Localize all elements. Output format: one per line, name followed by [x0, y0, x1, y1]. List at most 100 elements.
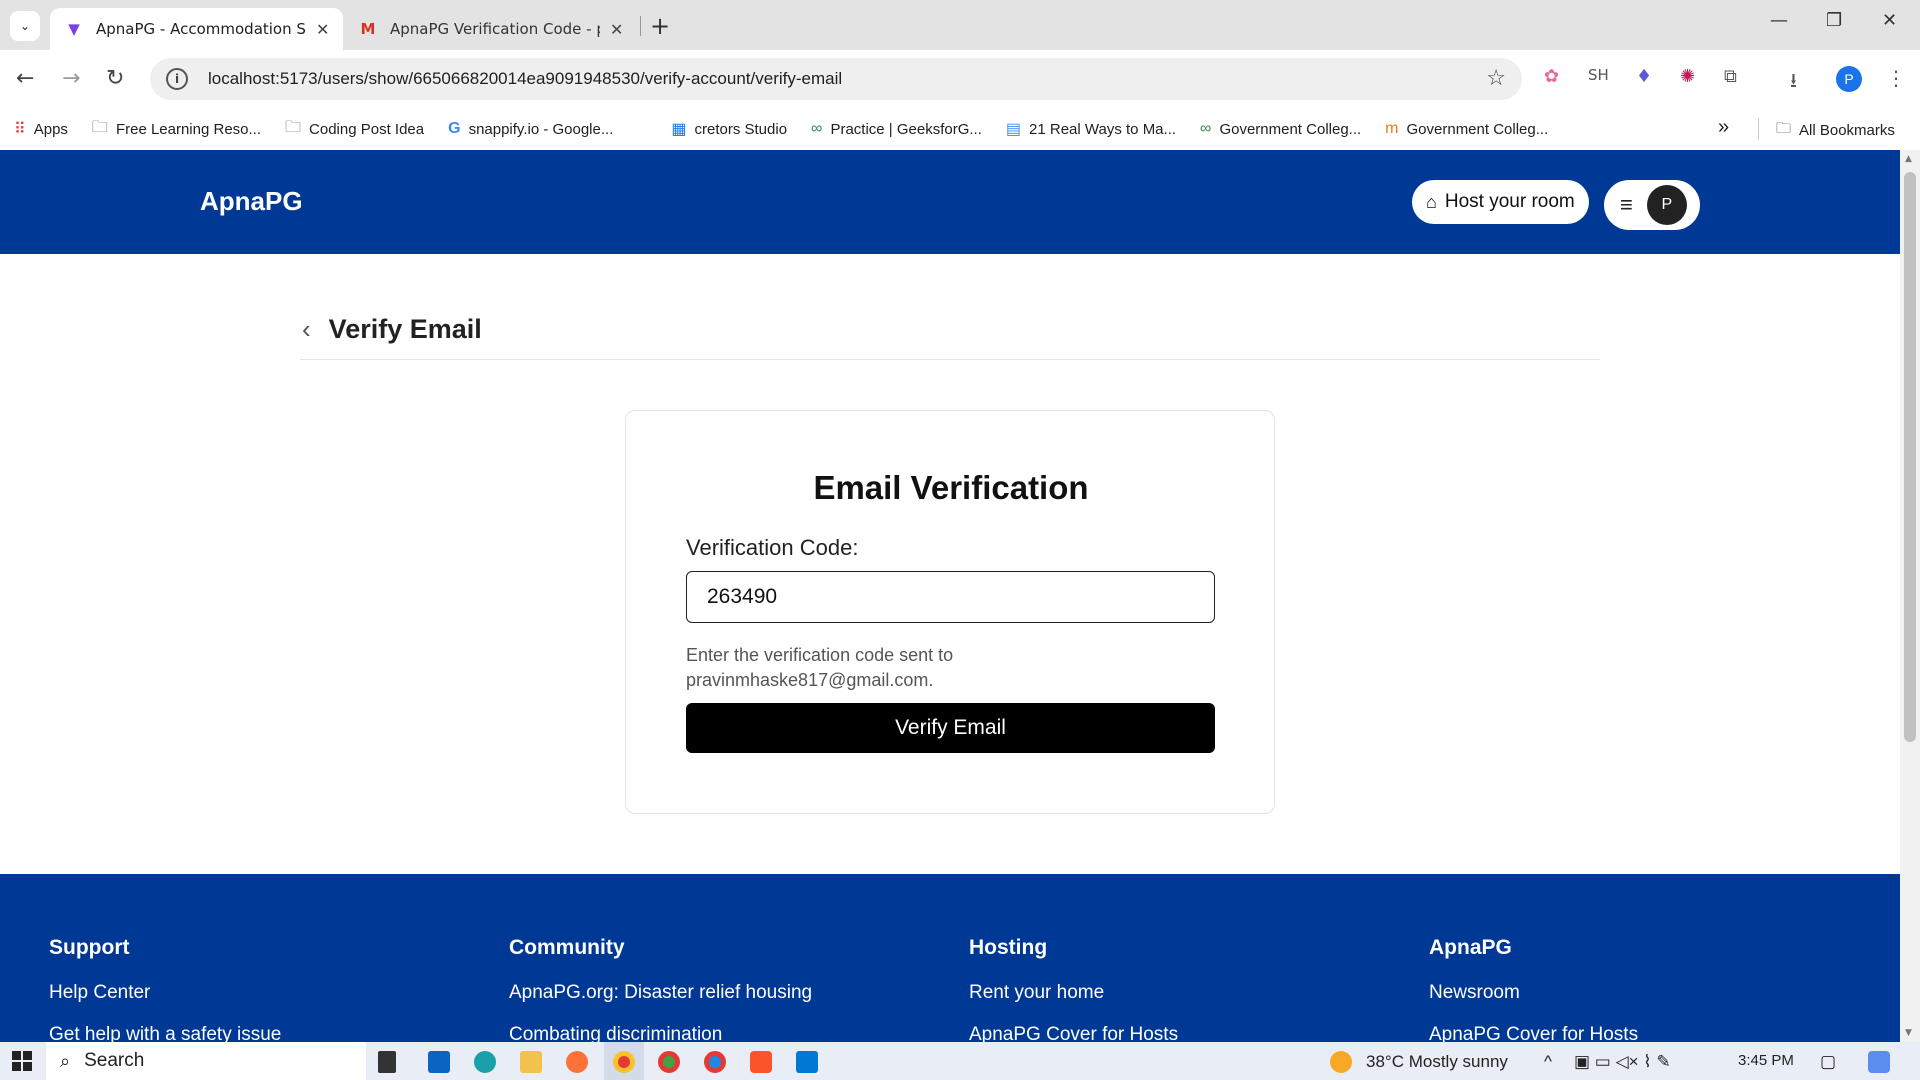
page-title: Verify Email	[328, 314, 482, 344]
card-heading: Email Verification	[813, 469, 1089, 506]
site-header: ApnaPG ⌂ Host your room ≡ P	[0, 150, 1900, 254]
all-bookmarks-label: All Bookmarks	[1799, 122, 1895, 139]
verify-email-button[interactable]: Verify Email	[686, 703, 1215, 753]
footer-link[interactable]: ApnaPG.org: Disaster relief housing	[509, 982, 812, 1004]
chrome-profile-icon[interactable]	[658, 1051, 680, 1073]
ext-flame-icon[interactable]: ♦	[1636, 66, 1652, 87]
ext-lotus-icon[interactable]: ✿	[1544, 66, 1559, 87]
weather-text[interactable]: 38°C Mostly sunny	[1366, 1052, 1508, 1072]
all-bookmarks[interactable]: 🗀 All Bookmarks	[1776, 118, 1895, 143]
host-button-label: Host your room	[1444, 191, 1575, 212]
chrome-icon[interactable]	[613, 1051, 635, 1073]
bookmark-star-icon[interactable]: ☆	[1486, 66, 1506, 91]
footer-link[interactable]: Get help with a safety issue	[49, 1024, 281, 1042]
tab-gmail[interactable]: M ApnaPG Verification Code - pra ✕	[344, 8, 637, 50]
site-info-icon[interactable]: i	[166, 68, 188, 90]
site-logo[interactable]: ApnaPG	[200, 186, 303, 217]
kebab-menu-icon[interactable]: ⋮	[1886, 66, 1906, 90]
folder-icon: 🗀	[91, 118, 108, 136]
task-view-icon[interactable]	[378, 1051, 396, 1073]
bookmark-separator	[1758, 118, 1759, 140]
gfg-icon: ∞	[1200, 120, 1212, 137]
firefox-icon[interactable]	[566, 1051, 588, 1073]
download-icon[interactable]: ⭳	[1790, 66, 1797, 100]
footer-column-apnapg: ApnaPG Newsroom ApnaPG Cover for Hosts	[1429, 936, 1638, 1042]
page-scrollbar[interactable]: ▲ ▼	[1900, 150, 1920, 1042]
hamburger-menu-icon: ≡	[1620, 192, 1633, 217]
bookmark-folder[interactable]: 🗀 Coding Post Idea	[285, 116, 424, 143]
more-bookmarks-icon[interactable]: »	[1718, 116, 1729, 139]
page-viewport: ApnaPG ⌂ Host your room ≡ P ‹ Verify Ema…	[0, 150, 1900, 1042]
footer-heading: Support	[49, 936, 130, 959]
back-arrow-icon[interactable]: ←	[16, 66, 34, 91]
footer-link[interactable]: ApnaPG Cover for Hosts	[1429, 1024, 1638, 1042]
window-close-icon[interactable]: ✕	[1882, 10, 1897, 31]
restore-icon[interactable]: ❐	[1826, 10, 1842, 31]
verification-code-input[interactable]	[686, 571, 1215, 623]
scrollbar-thumb[interactable]	[1904, 172, 1916, 742]
folder-icon: 🗀	[1776, 120, 1792, 137]
site-icon: m	[1385, 120, 1399, 137]
file-explorer-icon[interactable]	[520, 1051, 542, 1073]
tab-title: ApnaPG - Accommodation Solu	[96, 20, 306, 38]
footer-link[interactable]: Newsroom	[1429, 982, 1638, 1004]
minimize-icon[interactable]: —	[1770, 10, 1788, 31]
bookmark-gov-college[interactable]: m Government Colleg...	[1385, 120, 1548, 138]
address-bar[interactable]: i localhost:5173/users/show/665066820014…	[150, 58, 1522, 100]
footer-heading: ApnaPG	[1429, 936, 1512, 959]
footer-heading: Hosting	[969, 936, 1048, 959]
close-tab-icon[interactable]: ✕	[610, 20, 623, 39]
google-icon: G	[448, 120, 461, 137]
sh-extension[interactable]: SH	[1588, 66, 1609, 84]
chevron-left-icon[interactable]: ‹	[302, 314, 311, 345]
notification-icon[interactable]: ▢	[1820, 1052, 1836, 1072]
tab-search-button[interactable]: ⌄	[10, 11, 40, 41]
clock[interactable]: 3:45 PM	[1738, 1052, 1794, 1069]
gmail-favicon-icon: M	[360, 20, 376, 38]
profile-avatar[interactable]: P	[1836, 66, 1862, 92]
bookmark-cretors[interactable]: ▦ cretors Studio	[671, 119, 787, 139]
chrome-profile-icon[interactable]	[704, 1051, 726, 1073]
scroll-up-icon[interactable]: ▲	[1905, 154, 1912, 164]
puzzle-icon[interactable]: ⧉	[1724, 66, 1737, 87]
mail-icon[interactable]	[428, 1051, 450, 1073]
footer-column-community: Community ApnaPG.org: Disaster relief ho…	[509, 936, 812, 1042]
bookmark-label: snappify.io - Google...	[468, 120, 614, 138]
close-tab-icon[interactable]: ✕	[316, 20, 329, 39]
tray-system-icons[interactable]: ▣ ▭ ◁× ⌇ ✎	[1574, 1052, 1671, 1072]
bookmark-label: cretors Studio	[694, 120, 788, 138]
windows-start-icon[interactable]	[12, 1051, 32, 1071]
tray-chevron-icon[interactable]: ^	[1544, 1052, 1552, 1072]
bookmark-label: Practice | GeeksforG...	[830, 120, 982, 138]
vscode-icon[interactable]	[796, 1051, 818, 1073]
bookmark-snappify[interactable]: Gsnappify.io - Google...	[448, 120, 613, 138]
gfg-icon: ∞	[811, 120, 823, 137]
url-text[interactable]: localhost:5173/users/show/665066820014ea…	[208, 69, 842, 89]
edge-icon[interactable]	[474, 1051, 496, 1073]
bookmark-gfg[interactable]: ∞ Practice | GeeksforG...	[811, 120, 982, 138]
tab-apnapg[interactable]: ▼ ApnaPG - Accommodation Solu ✕	[50, 8, 344, 50]
site-footer: Support Help Center Get help with a safe…	[0, 874, 1900, 1042]
new-tab-icon[interactable]: +	[650, 12, 670, 40]
verification-hint: Enter the verification code sent to prav…	[686, 643, 1215, 693]
hint-email: pravinmhaske817@gmail.com.	[686, 670, 934, 690]
ext-color-wheel-icon[interactable]: ✺	[1680, 66, 1695, 87]
footer-link[interactable]: Combating discrimination	[509, 1024, 812, 1042]
docs-icon: ▤	[1005, 121, 1022, 138]
user-menu-button[interactable]: ≡ P	[1604, 180, 1700, 230]
host-your-room-button[interactable]: ⌂ Host your room	[1412, 180, 1589, 224]
windows-taskbar: ⌕ Search 38°C Mostly sunny ^ ▣ ▭ ◁× ⌇ ✎ …	[0, 1042, 1920, 1080]
scroll-down-icon[interactable]: ▼	[1905, 1028, 1912, 1038]
reload-icon[interactable]: ↻	[106, 66, 124, 91]
bookmark-docs[interactable]: ▤ 21 Real Ways to Ma...	[1006, 119, 1176, 139]
footer-link[interactable]: Rent your home	[969, 982, 1178, 1004]
footer-link[interactable]: Help Center	[49, 982, 281, 1004]
taskbar-search[interactable]: ⌕ Search	[46, 1042, 366, 1080]
bookmark-folder[interactable]: 🗀 Free Learning Reso...	[92, 116, 261, 143]
forward-arrow-icon[interactable]: →	[62, 66, 80, 91]
footer-link[interactable]: ApnaPG Cover for Hosts	[969, 1024, 1178, 1042]
bookmark-gov-college[interactable]: ∞ Government Colleg...	[1200, 120, 1361, 138]
copilot-icon[interactable]	[1868, 1051, 1890, 1073]
brave-icon[interactable]	[750, 1051, 772, 1073]
bookmark-apps[interactable]: ⠿ Apps	[14, 119, 68, 139]
